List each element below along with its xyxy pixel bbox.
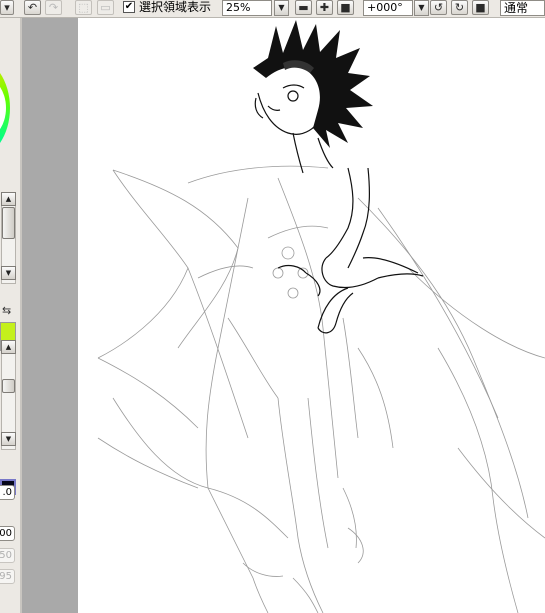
- hair-shape: [253, 20, 373, 148]
- redo-button[interactable]: ↷: [45, 0, 62, 15]
- chevron-up-icon: ▲: [5, 195, 12, 203]
- chevron-down-icon: ▼: [278, 3, 285, 12]
- prev-button-partial[interactable]: ▾: [0, 0, 14, 15]
- min-density-field[interactable]: 95: [0, 569, 15, 584]
- zoom-reset-button[interactable]: ■: [337, 0, 354, 15]
- scroll-down-button[interactable]: ▼: [1, 266, 16, 280]
- show-selection-label: 選択領域表示: [139, 0, 212, 14]
- swap-colors-icon[interactable]: ⇆: [2, 305, 11, 317]
- zoom-select[interactable]: 25%: [222, 0, 272, 16]
- scrollbar-thumb-1[interactable]: [2, 207, 15, 239]
- rotate-right-icon: ↻: [454, 1, 465, 14]
- zoom-out-button[interactable]: ▬: [295, 0, 312, 15]
- rotate-left-icon: ↺: [433, 1, 444, 14]
- undo-button[interactable]: ↶: [24, 0, 41, 15]
- chevron-down-icon: ▼: [5, 435, 12, 443]
- blend-mode-select[interactable]: 通常: [500, 0, 545, 16]
- top-toolbar: ▾ ↶ ↷ ⬚ ▭ ✔ 選択領域表示 25% ▼ ▬ ✚ ■ +000° ▼ ↺…: [0, 0, 545, 18]
- square-icon: ■: [475, 1, 486, 14]
- deselect-button[interactable]: ⬚: [75, 0, 92, 15]
- scroll-up-button-2[interactable]: ▲: [1, 340, 16, 354]
- deselect-icon: ⬚: [78, 1, 89, 14]
- left-tool-panel: ▲ ▼ ⇆ ▲ ▼ .0 00 50 95: [0, 18, 22, 613]
- undo-icon: ↶: [27, 1, 38, 14]
- selection-transform-button[interactable]: ▭: [97, 0, 114, 15]
- rotation-reset-button[interactable]: ■: [472, 0, 489, 15]
- density-field[interactable]: 00: [0, 526, 15, 541]
- scroll-up-button[interactable]: ▲: [1, 192, 16, 206]
- checkmark-icon: ✔: [124, 1, 134, 12]
- rotation-select[interactable]: +000°: [363, 0, 413, 16]
- selection-icon: ▭: [100, 1, 111, 14]
- zoom-in-button[interactable]: ✚: [316, 0, 333, 15]
- sketch-lines: [97, 165, 545, 613]
- scroll-down-button-2[interactable]: ▼: [1, 432, 16, 446]
- min-size-field[interactable]: 50: [0, 548, 15, 563]
- plus-icon: ✚: [319, 1, 330, 14]
- chevron-up-icon: ▲: [5, 343, 12, 351]
- square-icon: ■: [340, 1, 351, 14]
- drawing-canvas[interactable]: [78, 18, 545, 613]
- minus-icon: ▬: [298, 1, 309, 14]
- brush-size-field[interactable]: .0: [0, 485, 15, 500]
- chevron-down-icon: ▼: [418, 3, 425, 12]
- rotation-dropdown-button[interactable]: ▼: [414, 0, 429, 16]
- show-selection-checkbox[interactable]: ✔: [123, 1, 135, 13]
- zoom-dropdown-button[interactable]: ▼: [274, 0, 289, 16]
- canvas-margin: [22, 18, 78, 613]
- chevron-down-icon: ▼: [5, 269, 12, 277]
- rotate-left-button[interactable]: ↺: [430, 0, 447, 15]
- line-art-drawing: [97, 20, 545, 613]
- redo-icon: ↷: [48, 1, 59, 14]
- scrollbar-thumb-2[interactable]: [2, 379, 15, 393]
- rotate-right-button[interactable]: ↻: [451, 0, 468, 15]
